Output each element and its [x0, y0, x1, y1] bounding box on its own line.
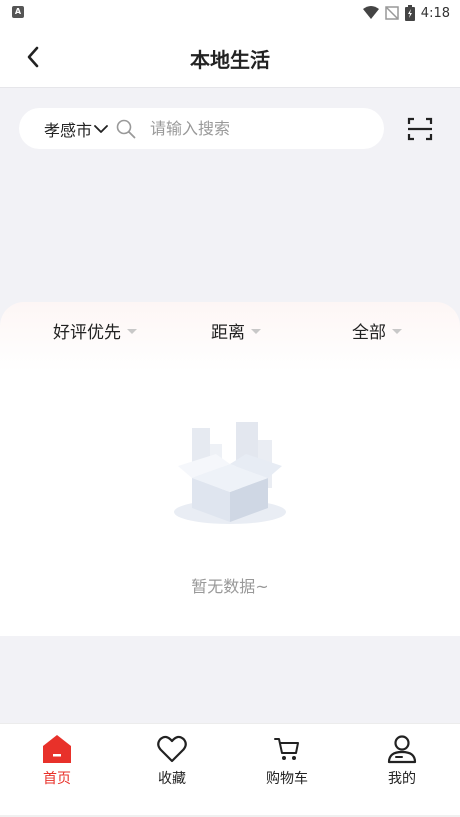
- nav-bar: 本地生活: [0, 26, 460, 88]
- search-box: 孝感市: [19, 108, 384, 149]
- page-title: 本地生活: [190, 48, 270, 72]
- tab-favorites[interactable]: 收藏: [132, 732, 212, 792]
- tab-cart[interactable]: 购物车: [247, 732, 327, 792]
- caret-down-icon: [392, 329, 402, 334]
- user-icon: [362, 732, 442, 766]
- scan-icon: [407, 117, 433, 141]
- bottom-tab-bar: 首页 收藏 购物车 我的: [0, 723, 460, 817]
- tab-favorites-label: 收藏: [158, 771, 186, 787]
- caret-down-icon: [251, 329, 261, 334]
- city-selector[interactable]: 孝感市: [44, 117, 108, 141]
- chevron-down-icon: [94, 124, 108, 133]
- cart-icon: [247, 732, 327, 766]
- filter-all[interactable]: 全部: [352, 318, 402, 343]
- home-icon: [17, 732, 97, 766]
- filter-bar: 好评优先 距离 全部: [0, 314, 460, 350]
- filter-label: 全部: [352, 323, 386, 343]
- status-bar: A 4:18: [0, 0, 460, 26]
- wifi-icon: [362, 6, 379, 19]
- scan-button[interactable]: [404, 114, 436, 144]
- filter-distance[interactable]: 距离: [211, 318, 261, 343]
- filter-label: 好评优先: [53, 323, 121, 343]
- city-label: 孝感市: [44, 120, 93, 140]
- empty-message: 暂无数据~: [191, 577, 269, 596]
- status-time: 4:18: [420, 5, 450, 21]
- search-icon: [116, 119, 136, 139]
- caret-down-icon: [127, 329, 137, 334]
- no-sim-icon: [385, 6, 399, 20]
- filter-label: 距离: [211, 323, 245, 343]
- content-card: 好评优先 距离 全部 暂无数据~: [0, 302, 460, 636]
- tab-cart-label: 购物车: [266, 771, 308, 787]
- tab-home[interactable]: 首页: [17, 732, 97, 792]
- status-icons: 4:18: [362, 4, 450, 22]
- app-notification-icon: A: [12, 6, 24, 18]
- battery-icon: [404, 5, 415, 21]
- search-row: 孝感市: [0, 88, 460, 170]
- search-input[interactable]: [150, 119, 351, 138]
- empty-box-illustration: [174, 422, 286, 524]
- tab-profile-label: 我的: [388, 771, 416, 787]
- filter-rating[interactable]: 好评优先: [53, 318, 137, 343]
- tab-profile[interactable]: 我的: [362, 732, 442, 792]
- tab-home-label: 首页: [43, 771, 71, 787]
- heart-icon: [132, 732, 212, 766]
